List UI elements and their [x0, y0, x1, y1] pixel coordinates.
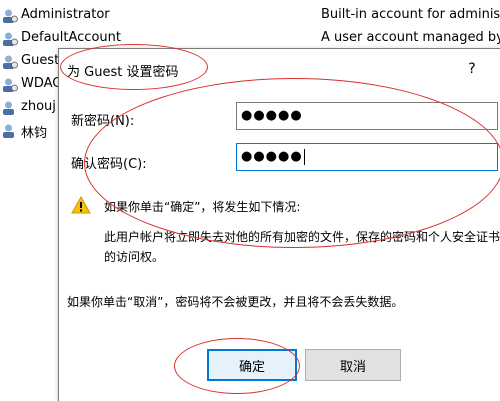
set-password-dialog: 为 Guest 设置密码 ? 新密码(N): ●●●●● 确认密码(C): ●●…	[58, 48, 500, 401]
user-icon	[3, 124, 14, 138]
dialog-title: 为 Guest 设置密码	[67, 65, 179, 80]
confirm-password-label: 确认密码(C):	[71, 157, 147, 172]
user-name: zhouj	[21, 99, 56, 114]
user-description: A user account managed by	[321, 30, 500, 45]
cancel-info-text: 如果你单击“取消”，密码将不会被更改，并且将不会丢失数据。	[67, 295, 404, 309]
user-name: DefaultAccount	[21, 30, 121, 45]
user-row-defaultaccount[interactable]: DefaultAccount A user account managed by	[0, 28, 500, 50]
text-caret	[303, 148, 305, 165]
info-text: 此用户帐户将立即失去对他的所有加密的文件，保存的密码和个人安全证书的访问权。	[104, 230, 500, 264]
new-password-input[interactable]: ●●●●●	[236, 102, 498, 130]
confirm-password-value: ●●●●●	[241, 149, 303, 164]
user-name: Administrator	[21, 7, 110, 22]
user-row-administrator[interactable]: Administrator Built-in account for admin…	[0, 5, 500, 27]
ok-button[interactable]: 确定	[207, 349, 297, 381]
user-description: Built-in account for administ	[321, 7, 500, 22]
cancel-button[interactable]: 取消	[305, 349, 401, 381]
user-icon	[3, 78, 18, 92]
user-icon	[3, 32, 18, 46]
user-name: WDAG	[21, 76, 63, 91]
user-icon	[3, 101, 14, 115]
user-name: 林钧	[21, 126, 48, 141]
warning-icon	[71, 196, 91, 214]
confirm-password-input[interactable]: ●●●●●	[236, 143, 498, 171]
help-button[interactable]: ?	[462, 59, 482, 79]
user-name: Guest	[21, 53, 60, 68]
new-password-label: 新密码(N):	[71, 114, 135, 129]
new-password-value: ●●●●●	[241, 108, 303, 123]
user-icon	[3, 55, 18, 69]
user-icon	[3, 9, 18, 23]
warning-text: 如果你单击“确定”，将发生如下情况:	[104, 200, 301, 214]
